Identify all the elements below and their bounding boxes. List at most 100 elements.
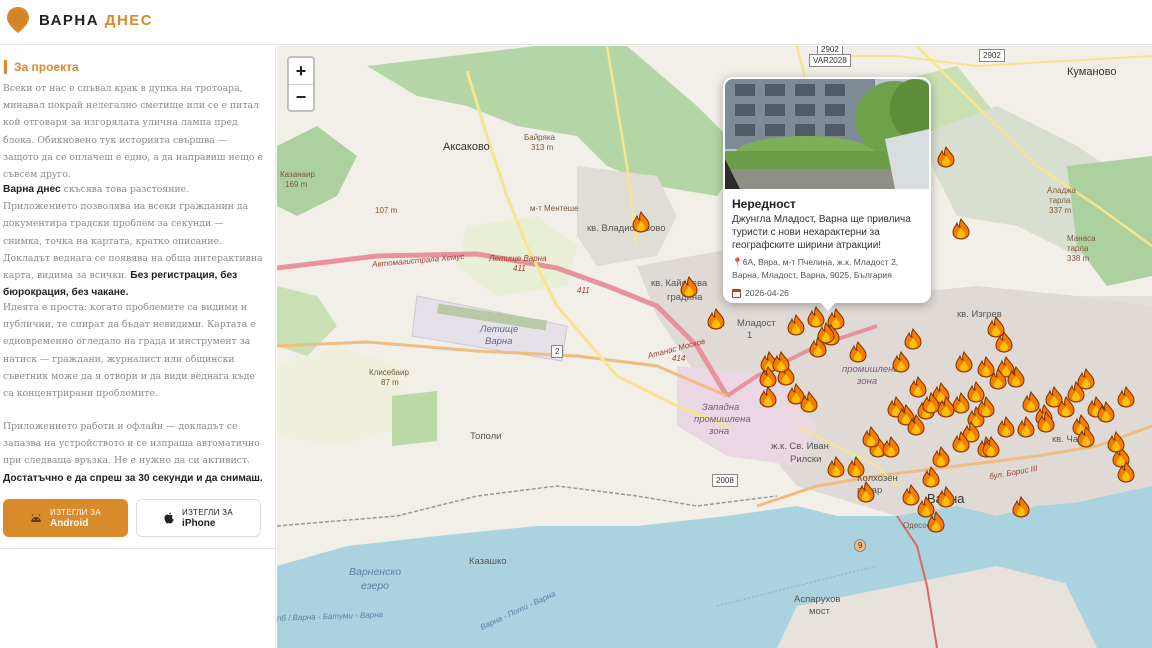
problem-marker-fire-icon[interactable]	[632, 210, 650, 237]
problem-marker-fire-icon[interactable]	[902, 483, 920, 510]
label-kazanaira: Казанаир	[280, 170, 315, 179]
problem-marker-fire-icon[interactable]	[1117, 385, 1135, 412]
problem-marker-fire-icon[interactable]	[952, 430, 970, 457]
iphone-big-label: iPhone	[182, 518, 216, 529]
label-letishte-varna: Варна	[485, 336, 513, 347]
problem-marker-fire-icon[interactable]	[680, 275, 698, 302]
problem-marker-fire-icon[interactable]	[1017, 415, 1035, 442]
popup-tip	[819, 301, 837, 311]
problem-marker-fire-icon[interactable]	[857, 480, 875, 507]
problem-marker-fire-icon[interactable]	[937, 485, 955, 512]
calendar-icon	[732, 288, 741, 298]
problem-marker-fire-icon[interactable]	[1107, 430, 1125, 457]
android-big-label: Android	[50, 518, 89, 529]
label-mladost-1: 1	[747, 330, 753, 341]
problem-marker-fire-icon[interactable]	[977, 395, 995, 422]
road-shield-var2028: VAR2028	[809, 54, 851, 67]
problem-marker-fire-icon[interactable]	[1012, 495, 1030, 522]
app-name-bold: Варна днес	[3, 184, 61, 195]
label-alaja-2: тарла	[1049, 196, 1071, 205]
about-paragraph-3: Идеята е проста: когато проблемите са ви…	[3, 302, 256, 400]
label-klisebair: Клисебаир	[369, 368, 409, 377]
problem-marker-fire-icon[interactable]	[787, 313, 805, 340]
problem-marker-fire-icon[interactable]	[955, 350, 973, 377]
popup-date: 2026-04-26	[732, 288, 789, 298]
problem-marker-fire-icon[interactable]	[847, 455, 865, 482]
label-varnensko: Варненско	[349, 566, 402, 578]
label-mentesh: м-т Ментеше	[530, 204, 579, 213]
section-title: За проекта	[4, 60, 79, 74]
problem-marker-fire-icon[interactable]	[892, 350, 910, 377]
label-alaja-3: 337 m	[1049, 206, 1072, 215]
problem-marker-fire-icon[interactable]	[995, 330, 1013, 357]
problem-marker-fire-icon[interactable]	[1037, 410, 1055, 437]
label-bayrkya-height: 313 m	[531, 143, 554, 152]
popup-address-text: 6А, Вяра, м-т Пчелина, ж.к. Младост 2, В…	[732, 257, 899, 280]
problem-marker-fire-icon[interactable]	[1077, 367, 1095, 394]
brand-accent: ДНЕС	[104, 12, 154, 29]
label-aksakovo: Аксаково	[443, 141, 490, 153]
iphone-small-label: ИЗТЕГЛИ ЗА	[182, 508, 233, 517]
label-road-411a: 411	[513, 264, 526, 273]
label-manasa-2: тарла	[1067, 244, 1089, 253]
label-alaja: Аладжа	[1047, 186, 1076, 195]
app-header: ВАРНА ДНЕС	[0, 0, 1152, 45]
label-manasa: Манаса	[1067, 234, 1096, 243]
problem-marker-fire-icon[interactable]	[952, 217, 970, 244]
download-iphone-button[interactable]: ИЗТЕГЛИ ЗА iPhone	[136, 499, 261, 537]
problem-marker-fire-icon[interactable]	[862, 425, 880, 452]
label-kasajka: Казашко	[469, 556, 507, 567]
popup-date-text: 2026-04-26	[745, 288, 789, 298]
problem-popup[interactable]: Нередност Джунгла Младост, Варна ще прив…	[723, 77, 931, 311]
android-small-label: ИЗТЕГЛИ ЗА	[50, 508, 101, 517]
road-shield-2: 2	[551, 345, 564, 358]
about-paragraph-4-text: Приложението работи и офлайн — докладът …	[3, 421, 260, 467]
label-vladislavovo: кв. Владиславово	[587, 223, 666, 234]
problem-marker-fire-icon[interactable]	[772, 350, 790, 377]
brand-title[interactable]: ВАРНА ДНЕС	[39, 12, 153, 29]
location-pin-icon: 📍	[732, 257, 743, 267]
label-topoli: Тополи	[470, 431, 502, 442]
label-asparuhov-most: мост	[809, 606, 830, 617]
label-zapadna: Западна	[702, 402, 740, 413]
label-road-414: 414	[672, 354, 686, 363]
problem-marker-fire-icon[interactable]	[1077, 425, 1095, 452]
label-ezero: езеро	[361, 580, 390, 592]
problem-marker-fire-icon[interactable]	[1007, 365, 1025, 392]
road-shield-2902b: 2902	[979, 49, 1005, 62]
about-paragraph-2: Варна днес скъсява това разстояние. Прил…	[3, 181, 263, 301]
label-bayrkya: Байряка	[524, 133, 555, 142]
problem-marker-fire-icon[interactable]	[817, 321, 835, 348]
zoom-out-button[interactable]: −	[289, 84, 313, 110]
brand-main: ВАРНА	[39, 12, 100, 29]
problem-marker-fire-icon[interactable]	[882, 435, 900, 462]
about-paragraph-4-bold: Достатъчно е да спреш за 30 секунди и да…	[3, 472, 263, 484]
problem-marker-fire-icon[interactable]	[1097, 400, 1115, 427]
problem-marker-fire-icon[interactable]	[904, 327, 922, 354]
label-klisebair-height: 87 m	[381, 378, 399, 387]
download-android-button[interactable]: ИЗТЕГЛИ ЗА Android	[3, 499, 128, 537]
zoom-in-button[interactable]: +	[289, 58, 313, 84]
problem-marker-fire-icon[interactable]	[922, 391, 940, 418]
problem-photo	[725, 79, 929, 189]
problem-marker-fire-icon[interactable]	[1117, 460, 1135, 487]
problem-marker-fire-icon[interactable]	[937, 145, 955, 172]
popup-address: 📍6А, Вяра, м-т Пчелина, ж.к. Младост 2, …	[732, 256, 924, 281]
label-mladost: Младост	[737, 318, 776, 329]
problems-map[interactable]: Аксаково Куманово кв. Владиславово кв. К…	[277, 46, 1152, 648]
zoom-control: + −	[287, 56, 315, 112]
problem-marker-fire-icon[interactable]	[827, 455, 845, 482]
map-pin-logo-icon[interactable]	[4, 6, 32, 34]
problem-marker-fire-icon[interactable]	[707, 307, 725, 334]
problem-marker-fire-icon[interactable]	[989, 367, 1007, 394]
problem-marker-fire-icon[interactable]	[800, 390, 818, 417]
problem-marker-fire-icon[interactable]	[849, 340, 867, 367]
problem-marker-fire-icon[interactable]	[982, 435, 1000, 462]
label-manasa-3: 338 m	[1067, 254, 1090, 263]
label-asparuhov: Аспарухов	[794, 594, 841, 605]
popup-description: Джунгла Младост, Варна ще привлича турис…	[732, 214, 911, 251]
apple-icon	[164, 512, 174, 524]
road-shield-2008: 2008	[712, 474, 738, 487]
map-base-tiles[interactable]	[277, 46, 1152, 648]
sidebar-divider	[0, 548, 276, 549]
